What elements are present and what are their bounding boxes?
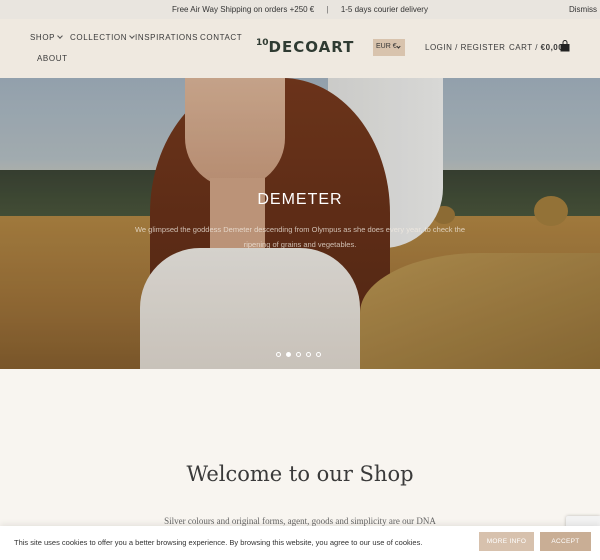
hero-title: DEMETER [257, 191, 343, 208]
shipping-text: Free Air Way Shipping on orders +250 € [172, 5, 315, 14]
nav-item-collection[interactable]: COLLECTION [70, 33, 135, 42]
slider-dot[interactable] [286, 352, 291, 357]
nav-shop-label: SHOP [30, 33, 56, 42]
logo-text: DECOART [268, 38, 355, 56]
more-info-button[interactable]: MORE INFO [479, 532, 534, 551]
site-logo[interactable]: 10DECOART [256, 38, 354, 56]
cookie-banner: This site uses cookies to offer you a be… [0, 526, 600, 560]
announcement-bar: Free Air Way Shipping on orders +250 € |… [0, 0, 600, 19]
accept-button[interactable]: ACCEPT [540, 532, 591, 551]
cart-label: CART / [509, 43, 538, 52]
nav-item-inspirations[interactable]: INSPIRATIONS [135, 33, 198, 42]
announcement-message: Free Air Way Shipping on orders +250 € |… [0, 5, 600, 14]
slider-dot[interactable] [316, 352, 321, 357]
hero-slider: DEMETER We glimpsed the goddess Demeter … [0, 78, 600, 369]
hero-description: We glimpsed the goddess Demeter descendi… [134, 225, 466, 249]
login-register-link[interactable]: LOGIN / REGISTER [425, 43, 505, 52]
nav-item-shop[interactable]: SHOP [30, 33, 63, 42]
nav-item-contact[interactable]: CONTACT [200, 33, 242, 42]
logo-prefix: 10 [256, 38, 269, 48]
welcome-heading: Welcome to our Shop [186, 462, 414, 486]
shopping-bag-icon[interactable] [560, 40, 570, 52]
welcome-tagline: Silver colours and original forms, agent… [164, 516, 436, 526]
chevron-down-icon [396, 44, 401, 49]
delivery-text: 1-5 days courier delivery [340, 5, 428, 14]
slider-dot[interactable] [276, 352, 281, 357]
dismiss-link[interactable]: Dismiss [569, 5, 597, 14]
nav-item-about[interactable]: ABOUT [37, 54, 68, 63]
currency-value: EUR € [376, 43, 397, 50]
nav-collection-label: COLLECTION [70, 33, 128, 42]
announcement-separator: | [326, 5, 329, 14]
slider-dot[interactable] [306, 352, 311, 357]
currency-selector[interactable]: EUR € [373, 39, 405, 56]
nav-inspirations-label: INSPIRATIONS [135, 33, 199, 42]
site-header: SHOP COLLECTION INSPIRATIONS CONTACT ABO… [0, 19, 600, 78]
nav-about-label: ABOUT [37, 54, 68, 63]
cart-link[interactable]: CART / €0,00 [509, 43, 563, 52]
nav-contact-label: CONTACT [200, 33, 243, 42]
cookie-text: This site uses cookies to offer you a be… [14, 538, 423, 547]
slider-dot[interactable] [296, 352, 301, 357]
chevron-down-icon [57, 33, 63, 39]
